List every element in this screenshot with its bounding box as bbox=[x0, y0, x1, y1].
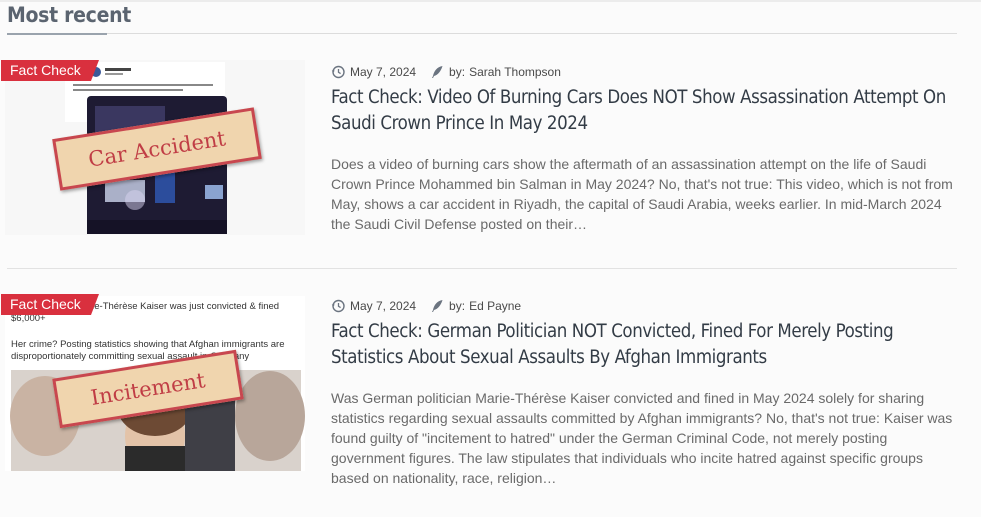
article-headline[interactable]: Fact Check: German Politician NOT Convic… bbox=[331, 319, 951, 371]
thumbnail-tweet-text-2: Her crime? Posting statistics showing th… bbox=[11, 339, 285, 362]
section-divider bbox=[7, 33, 957, 34]
author-prefix: by: bbox=[449, 299, 466, 313]
top-border bbox=[0, 0, 981, 2]
fact-check-badge[interactable]: Fact Check bbox=[1, 60, 99, 81]
article-thumbnail[interactable]: f the AfD party, Marie-Thérèse Kaiser wa… bbox=[5, 296, 305, 471]
article-thumbnail[interactable]: Car Accident bbox=[5, 60, 305, 235]
author-prefix: by: bbox=[449, 65, 466, 79]
article-headline[interactable]: Fact Check: Video Of Burning Cars Does N… bbox=[331, 85, 951, 137]
fact-check-badge[interactable]: Fact Check bbox=[1, 294, 99, 315]
article-date: May 7, 2024 bbox=[350, 299, 417, 313]
article-meta: May 7, 2024 by: Ed Payne bbox=[331, 299, 521, 313]
article-meta: May 7, 2024 by: Sarah Thompson bbox=[331, 65, 561, 79]
quill-icon bbox=[430, 299, 444, 313]
article-date: May 7, 2024 bbox=[350, 65, 417, 79]
article-excerpt: Was German politician Marie-Thérèse Kais… bbox=[331, 390, 953, 486]
section-title: Most recent bbox=[7, 3, 131, 27]
article-excerpt: Does a video of burning cars show the af… bbox=[331, 156, 953, 232]
quill-icon bbox=[430, 65, 444, 79]
section-divider-accent bbox=[7, 33, 107, 35]
history-icon bbox=[331, 299, 345, 313]
author-link[interactable]: Sarah Thompson bbox=[469, 65, 561, 79]
history-icon bbox=[331, 65, 345, 79]
author-link[interactable]: Ed Payne bbox=[469, 299, 521, 313]
article-divider bbox=[7, 268, 957, 269]
